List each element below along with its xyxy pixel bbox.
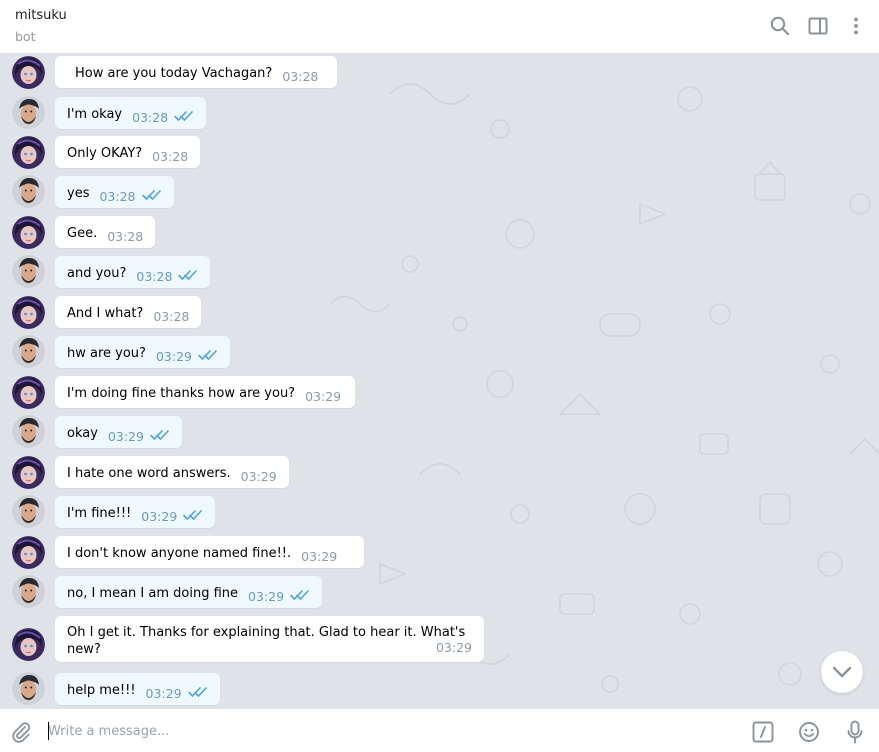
incoming-message[interactable]: Oh I get it. Thanks for explaining that.…	[55, 616, 484, 662]
message-timestamp: 03:29	[155, 349, 192, 364]
message-timestamp: 03:29	[240, 469, 277, 484]
message-timestamp: 03:28	[99, 189, 136, 204]
read-receipt-icon	[141, 189, 162, 201]
message-timestamp: 03:29	[301, 549, 338, 564]
message-timestamp: 03:29	[305, 389, 342, 404]
message-timestamp: 03:28	[152, 149, 189, 164]
message-text: I'm okay	[67, 107, 123, 122]
message-timestamp: 03:28	[107, 229, 144, 244]
message-text: I don't know anyone named fine!!.	[67, 546, 292, 561]
read-receipt-icon	[290, 589, 310, 601]
message-timestamp: 03:29	[107, 429, 144, 444]
message-timestamp: 03:28	[136, 269, 173, 284]
message-text: And I what?	[67, 306, 144, 321]
message-list[interactable]: How are you today Vachagan? 03:28 I'm okay…	[0, 54, 879, 708]
message-text: help me!!!	[67, 683, 136, 698]
message-composer	[0, 708, 879, 752]
user-avatar[interactable]	[12, 254, 45, 288]
message-timestamp: 03:29	[141, 509, 178, 524]
bot-avatar[interactable]	[12, 215, 45, 249]
bot-avatar[interactable]	[12, 627, 45, 661]
read-receipt-icon	[178, 269, 198, 281]
message-timestamp: 03:29	[145, 686, 182, 701]
user-avatar[interactable]	[12, 334, 45, 368]
search-icon[interactable]	[769, 15, 791, 37]
read-receipt-icon	[174, 110, 194, 122]
text-cursor	[48, 722, 49, 740]
read-receipt-icon	[187, 686, 208, 698]
chat-title[interactable]: mitsuku	[15, 8, 67, 23]
message-text: okay	[67, 426, 98, 441]
user-avatar[interactable]	[12, 174, 45, 208]
message-timestamp: 03:29	[248, 589, 285, 604]
user-avatar[interactable]	[12, 574, 45, 608]
message-input[interactable]	[48, 719, 728, 743]
outgoing-message[interactable]: I'm okay 03:28	[55, 97, 207, 129]
outgoing-message[interactable]: help me!!! 03:29	[55, 673, 220, 705]
message-timestamp: 03:29	[435, 640, 472, 655]
message-text: Oh I get it. Thanks for explaining that.…	[67, 625, 466, 657]
user-avatar[interactable]	[12, 671, 45, 705]
bot-avatar[interactable]	[12, 535, 45, 569]
microphone-icon[interactable]	[846, 720, 864, 744]
message-text: Only OKAY?	[67, 146, 143, 161]
read-receipt-icon	[198, 349, 218, 361]
incoming-message[interactable]: And I what? 03:28	[55, 296, 202, 328]
emoji-icon[interactable]	[798, 721, 820, 743]
bot-avatar[interactable]	[12, 135, 45, 169]
message-timestamp: 03:28	[282, 69, 319, 84]
bot-avatar[interactable]	[12, 55, 45, 89]
incoming-message[interactable]: I hate one word answers. 03:29	[55, 456, 289, 488]
incoming-message[interactable]: I don't know anyone named fine!!. 03:29	[55, 536, 364, 568]
user-avatar[interactable]	[12, 494, 45, 528]
message-text: no, I mean I am doing fine	[67, 586, 239, 601]
user-avatar[interactable]	[12, 95, 45, 129]
outgoing-message[interactable]: hw are you? 03:29	[55, 336, 230, 368]
outgoing-message[interactable]: I'm fine!!! 03:29	[55, 496, 216, 528]
message-text: I'm doing fine thanks how are you?	[67, 386, 296, 401]
incoming-message[interactable]: Only OKAY? 03:28	[55, 136, 201, 168]
read-receipt-icon	[183, 509, 203, 521]
read-receipt-icon	[150, 429, 170, 441]
bot-avatar[interactable]	[12, 295, 45, 329]
message-timestamp: 03:28	[153, 309, 190, 324]
scroll-to-bottom-button[interactable]	[821, 651, 863, 693]
bot-avatar[interactable]	[12, 375, 45, 409]
message-text: Gee.	[67, 226, 98, 241]
outgoing-message[interactable]: yes 03:28	[55, 176, 174, 208]
message-text: I'm fine!!!	[67, 506, 132, 521]
bot-avatar[interactable]	[12, 455, 45, 489]
message-text: yes	[67, 186, 90, 201]
outgoing-message[interactable]: and you? 03:28	[55, 256, 211, 288]
user-avatar[interactable]	[12, 414, 45, 448]
outgoing-message[interactable]: no, I mean I am doing fine 03:29	[55, 576, 323, 608]
message-text: and you?	[67, 266, 127, 281]
incoming-message[interactable]: I'm doing fine thanks how are you? 03:29	[55, 376, 355, 408]
chevron-down-icon	[832, 666, 852, 678]
incoming-message[interactable]: Gee. 03:28	[55, 216, 156, 248]
outgoing-message[interactable]: okay 03:29	[55, 416, 182, 448]
message-timestamp: 03:28	[132, 110, 169, 125]
chat-header: mitsuku bot	[0, 0, 879, 54]
bot-command-icon[interactable]	[752, 721, 774, 743]
message-text: How are you today Vachagan?	[75, 66, 273, 81]
message-text: hw are you?	[67, 346, 146, 361]
attach-icon[interactable]	[10, 721, 32, 743]
more-vertical-icon[interactable]	[845, 15, 867, 37]
chat-status: bot	[15, 29, 36, 44]
message-text: I hate one word answers.	[67, 466, 231, 481]
sidebar-toggle-icon[interactable]	[807, 15, 829, 37]
incoming-message[interactable]: How are you today Vachagan? 03:28	[55, 56, 337, 88]
